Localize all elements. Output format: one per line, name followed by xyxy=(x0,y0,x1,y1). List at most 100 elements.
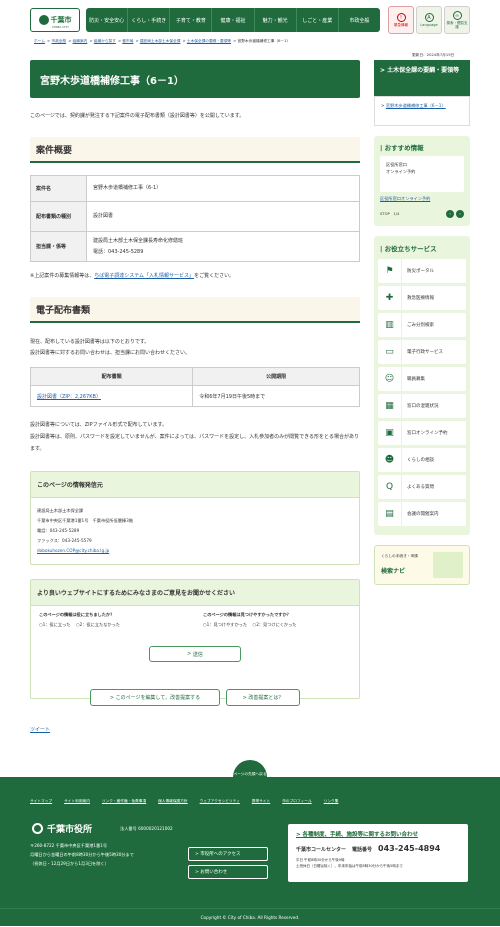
search-navi-banner[interactable]: くらしの手続き・申請 検索ナビ xyxy=(374,545,470,585)
city-emblem-icon xyxy=(32,823,43,834)
site-footer: サイトマップ サイト利用案内 リンク・著作権・免責事項 個人情報保護方針 ウェブ… xyxy=(0,777,500,908)
footer-link[interactable]: 携帯サイト xyxy=(252,799,270,804)
service-consult[interactable]: ☻ くらしの相談 xyxy=(378,448,466,472)
design-document-link[interactable]: 設計図書（ZIP：2,267KB） xyxy=(37,394,101,400)
language-button[interactable]: A Language xyxy=(416,6,442,34)
nav-kurashi[interactable]: くらし・手続き xyxy=(128,8,171,32)
radio-q1-1[interactable]: ○1：役に立った xyxy=(39,622,70,627)
trash-icon: ▥ xyxy=(378,313,402,337)
breadcrumb-link[interactable]: 市政全般 xyxy=(51,39,66,43)
nav-shigoto[interactable]: しごと・産業 xyxy=(297,8,339,32)
logo-subtext: CHIBA CITY xyxy=(52,25,69,29)
page-top-button[interactable]: ページの先頭へ戻る xyxy=(233,760,267,794)
breadcrumb-link[interactable]: 都市局 xyxy=(122,39,133,43)
survey-q1: このページの情報は役に立ちましたか？ ○1：役に立った ○2：役に立たなかった xyxy=(39,612,120,627)
emergency-button[interactable]: ! 緊急情報 xyxy=(388,6,414,34)
procurement-link[interactable]: ちば電子調達システム「入札情報サービス」 xyxy=(94,273,194,279)
navi-illustration xyxy=(433,552,463,578)
people-icon: ☺ xyxy=(378,367,402,391)
access-button[interactable]: > 市役所へのアクセス xyxy=(188,847,268,861)
proposal-info-button[interactable]: > 改善提案とは？ xyxy=(226,689,300,706)
recommend-box: | おすすめ情報 区役所窓口 オンライン予約 区役所窓口オンライン予約 STOP… xyxy=(374,136,470,226)
footer-link[interactable]: 個人情報保護方針 xyxy=(158,799,188,804)
radio-q2-2[interactable]: ○2：見つけにくかった xyxy=(253,622,297,627)
accessibility-button[interactable]: ∞ 検索・閲覧支援 xyxy=(444,6,470,34)
nav-shisei[interactable]: 市政全般 xyxy=(339,8,380,32)
survey-q2: このページの情報は見つけやすかったですか？ ○1：見つけやすかった ○2：見つけ… xyxy=(203,612,297,627)
send-button[interactable]: > 送信 xyxy=(149,646,241,662)
useful-heading: | お役立ちサービス xyxy=(380,245,437,253)
call-center-link[interactable]: > 各種制度、手続、施設等に関するお問い合わせ xyxy=(296,830,460,838)
service-congestion[interactable]: ▦ 窓口の混雑状況 xyxy=(378,394,466,418)
consult-icon: ☻ xyxy=(378,448,402,472)
sidebar-sublist: > 宮野木歩道橋補修工事（6－1） xyxy=(374,96,470,126)
calendar-icon: ▤ xyxy=(378,502,402,526)
distribution-note: 設計図書等については、ZIPファイル形式で配布しています。 設計図書等は、原則、… xyxy=(30,422,360,452)
breadcrumb-link[interactable]: 建設局土木部土木保全課 xyxy=(140,39,181,43)
nav-miryoku[interactable]: 魅力・観光 xyxy=(255,8,297,32)
contact-heading: このページの情報発信元 xyxy=(31,472,359,498)
disaster-icon: ⚑ xyxy=(378,259,402,283)
table-row: 案件名 宮野木歩道橋補修工事（6-1） xyxy=(30,175,360,202)
service-meeting[interactable]: ▤ 会議の開催案内 xyxy=(378,502,466,526)
sidebar-current-link[interactable]: 宮野木歩道橋補修工事（6－1） xyxy=(386,103,446,108)
city-emblem-icon xyxy=(38,15,49,25)
distribution-heading: 電子配布書類 xyxy=(30,297,360,323)
contact-email-link[interactable]: dobokuhozen.COP@city.chiba.lg.jp xyxy=(37,548,109,553)
service-e-gov[interactable]: ▭ 電子行政サービス xyxy=(378,340,466,364)
service-disaster[interactable]: ⚑ 防災ポータル xyxy=(378,259,466,283)
breadcrumb-link[interactable]: ホーム xyxy=(34,39,45,43)
footer-link[interactable]: サイト利用案内 xyxy=(64,799,90,804)
table-row: 担当課・係等 建設局土木部土木保全課長寿命化修繕班 電話：043-245-5289 xyxy=(30,231,360,262)
service-recruit[interactable]: ☺ 職員募集 xyxy=(378,367,466,391)
footer-link[interactable]: ウェブアクセシビリティ xyxy=(200,799,240,804)
tweet-link[interactable]: ツイート xyxy=(30,726,50,733)
breadcrumb-link[interactable]: 組織案内 xyxy=(73,39,88,43)
overview-heading: 案件概要 xyxy=(30,137,360,163)
language-icon: A xyxy=(424,13,434,22)
call-center-box: > 各種制度、手続、施設等に関するお問い合わせ 千葉市コールセンター 電話番号 04… xyxy=(288,824,468,882)
warning-icon: ! xyxy=(396,13,406,22)
breadcrumb-link[interactable]: 土木保全課の要綱・要領等 xyxy=(187,39,231,43)
main-content: 宮野木歩道橋補修工事（6－1） このページでは、契約課が発注する下記案件の電子配… xyxy=(29,60,360,706)
nav-kosodate[interactable]: 子育て・教育 xyxy=(170,8,213,32)
radio-q2-1[interactable]: ○1：見つけやすかった xyxy=(203,622,247,627)
site-logo[interactable]: 千葉市 CHIBA CITY xyxy=(30,8,80,32)
next-arrow-icon[interactable]: › xyxy=(456,210,464,218)
global-nav: 防災・安全安心 くらし・手続き 子育て・教育 健康・福祉 魅力・観光 しごと・産… xyxy=(86,8,380,32)
overview-table: 案件名 宮野木歩道橋補修工事（6-1） 配布書類の種別 設計図書 担当課・係等 … xyxy=(30,175,360,262)
nav-kenko[interactable]: 健康・福祉 xyxy=(212,8,255,32)
notice-text: ※上記案件の募集情報等は、ちば電子調達システム「入札情報サービス」をご覧ください… xyxy=(30,273,235,279)
ambulance-icon: ✚ xyxy=(378,286,402,310)
recommend-link[interactable]: 区役所窓口オンライン予約 xyxy=(380,196,430,202)
contact-box: このページの情報発信元 建設局土木部土木保全課 千葉市中央区千葉港1番1号 千葉… xyxy=(30,471,360,565)
service-emergency[interactable]: ✚ 救急医療情報 xyxy=(378,286,466,310)
prev-arrow-icon[interactable]: ‹ xyxy=(446,210,454,218)
footer-link[interactable]: リンク集 xyxy=(324,799,339,804)
footer-link[interactable]: 市のプロフィール xyxy=(282,799,311,804)
footer-link[interactable]: リンク・著作権・免責事項 xyxy=(102,799,146,804)
page-title: 宮野木歩道橋補修工事（6－1） xyxy=(30,60,360,98)
service-reservation[interactable]: ▣ 窓口オンライン予約 xyxy=(378,421,466,445)
nav-bousai[interactable]: 防災・安全安心 xyxy=(86,8,129,32)
edit-proposal-button[interactable]: > このページを編集して、改善提案する xyxy=(90,689,220,706)
logo-text: 千葉市 xyxy=(50,16,72,24)
survey-heading: より良いウェブサイトにするためにみなさまのご意見をお聞かせください xyxy=(31,580,359,606)
recommend-banner[interactable]: 区役所窓口 オンライン予約 xyxy=(380,156,464,192)
service-garbage[interactable]: ▥ ごみ分別検索 xyxy=(378,313,466,337)
useful-services: | お役立ちサービス ⚑ 防災ポータル ✚ 救急医療情報 ▥ ごみ分別検索 ▭ 電子行政… xyxy=(374,236,470,535)
corporate-number: 法人番号 6000020121002 xyxy=(120,826,173,831)
footer-links: サイトマップ サイト利用案内 リンク・著作権・免責事項 個人情報保護方針 ウェブ… xyxy=(30,799,350,804)
breadcrumb-link[interactable]: 組織から探す xyxy=(94,39,116,43)
contact-button[interactable]: > お問い合わせ xyxy=(188,865,268,879)
counter-icon: ▦ xyxy=(378,394,402,418)
footer-address: 〒260-8722 千葉市中央区千葉港1番1号 月曜日から金曜日の午前8時30分… xyxy=(30,843,134,866)
faq-icon: Q xyxy=(378,475,402,499)
table-row: 配布書類の種別 設計図書 xyxy=(30,201,360,232)
breadcrumb-current: 宮野木歩道橋補修工事（6－1） xyxy=(237,39,291,43)
sidebar: > 土木保全課の要綱・要領等 > 宮野木歩道橋補修工事（6－1） | おすすめ情… xyxy=(374,60,470,585)
carousel-stop-button[interactable]: STOP 1/4 xyxy=(380,212,399,217)
radio-q1-2[interactable]: ○2：役に立たなかった xyxy=(76,622,120,627)
service-faq[interactable]: Q よくある質問 xyxy=(378,475,466,499)
footer-link[interactable]: サイトマップ xyxy=(30,799,52,804)
